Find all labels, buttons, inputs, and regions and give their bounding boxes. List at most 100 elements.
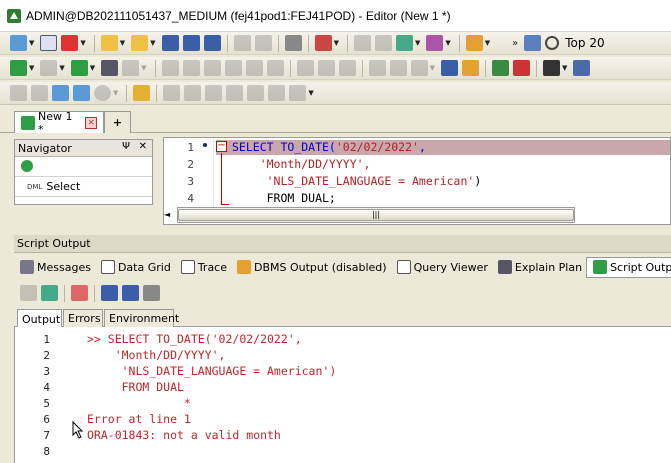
history-icon[interactable]	[524, 35, 542, 51]
resume-icon[interactable]	[296, 60, 314, 76]
close-tab-icon[interactable]: ✕	[85, 116, 97, 129]
reports-icon[interactable]	[395, 35, 413, 51]
dropdown-icon[interactable]: ▼	[308, 89, 313, 97]
save-all-icon[interactable]	[182, 35, 200, 51]
tab-trace[interactable]: Trace	[175, 257, 231, 277]
dropdown-icon[interactable]: ▼	[120, 39, 125, 47]
close-icon[interactable]: ✕	[139, 141, 147, 152]
step-over-icon[interactable]	[203, 60, 221, 76]
dropdown-icon[interactable]: ▼	[334, 39, 339, 47]
compare-icon[interactable]	[226, 85, 244, 101]
dropdown-icon[interactable]: ▼	[59, 64, 64, 72]
watch-icon[interactable]	[389, 60, 407, 76]
export-icon[interactable]	[184, 85, 202, 101]
find-icon[interactable]	[353, 35, 371, 51]
debug-icon[interactable]	[161, 60, 179, 76]
dropdown-icon[interactable]: ▼	[485, 39, 490, 47]
save-icon[interactable]	[161, 35, 179, 51]
dropdown-icon[interactable]: ▼	[150, 39, 155, 47]
dropdown-icon[interactable]: ▼	[562, 64, 567, 72]
diff-icon[interactable]	[289, 85, 307, 101]
tab-query-viewer[interactable]: Query Viewer	[391, 257, 492, 277]
open-folder-icon[interactable]	[100, 35, 118, 51]
snippets-icon[interactable]	[465, 35, 483, 51]
pin-icon[interactable]: Ψ	[122, 141, 130, 152]
autotrace-icon[interactable]	[122, 60, 140, 76]
refresh-icon[interactable]	[268, 85, 286, 101]
tab-environment[interactable]: Environment	[104, 309, 179, 327]
copy-icon[interactable]	[247, 85, 265, 101]
dropdown-icon[interactable]: ▼	[29, 64, 34, 72]
dropdown-icon[interactable]: ▼	[430, 64, 435, 72]
tab-script-output[interactable]: Script Output	[586, 256, 671, 278]
navigator-item-select[interactable]: DML Select	[15, 177, 152, 197]
play-icon[interactable]	[94, 85, 111, 101]
breakpoint-icon[interactable]	[368, 60, 386, 76]
data-icon[interactable]	[410, 60, 428, 76]
sql-tuning-icon[interactable]	[491, 60, 509, 76]
save-as-icon[interactable]	[203, 35, 221, 51]
sql-worksheet-icon[interactable]	[40, 35, 58, 51]
clear-icon[interactable]	[512, 60, 530, 76]
dropdown-icon[interactable]: ▼	[445, 39, 450, 47]
new-tab-button[interactable]: +	[104, 111, 131, 133]
step-down-icon[interactable]	[266, 60, 284, 76]
dropdown-icon[interactable]: ▼	[113, 89, 118, 97]
script-output-text[interactable]: 1 2 3 4 5 6 7 8 >> SELECT TO_DATE('02/02…	[14, 327, 671, 463]
tab-errors[interactable]: Errors	[63, 309, 103, 327]
run-script-active-icon[interactable]	[70, 60, 88, 76]
clear-output-icon[interactable]	[71, 285, 88, 301]
lock-icon[interactable]	[20, 285, 37, 301]
break-icon[interactable]	[163, 85, 181, 101]
print-icon[interactable]	[143, 285, 160, 301]
dropdown-icon[interactable]: ▼	[141, 64, 146, 72]
terminate-icon[interactable]	[338, 60, 356, 76]
top-sql-icon[interactable]	[545, 36, 560, 50]
pause-icon[interactable]	[317, 60, 335, 76]
import-icon[interactable]	[205, 85, 223, 101]
undo-icon[interactable]	[233, 35, 251, 51]
fold-collapse-icon[interactable]: −	[216, 141, 227, 152]
step-icon[interactable]	[10, 85, 27, 101]
top-20-label[interactable]: Top 20	[565, 36, 604, 50]
tab-dbms-output[interactable]: DBMS Output (disabled)	[231, 257, 391, 277]
dropdown-icon[interactable]: ▼	[415, 39, 420, 47]
step-back-icon[interactable]	[31, 85, 48, 101]
dropdown-icon[interactable]: ▼	[90, 64, 95, 72]
rollback-icon[interactable]	[461, 60, 479, 76]
monitor-icon[interactable]	[573, 60, 591, 76]
sql-history-icon[interactable]	[52, 85, 69, 101]
editor-horizontal-scrollbar[interactable]: ◄ |||	[164, 207, 575, 223]
step-into-icon[interactable]	[224, 60, 242, 76]
edit-icon[interactable]	[122, 285, 139, 301]
tab-data-grid[interactable]: Data Grid	[95, 257, 175, 277]
filter-icon[interactable]	[41, 285, 58, 301]
dropdown-icon[interactable]: ▼	[80, 39, 85, 47]
commit-icon[interactable]	[440, 60, 458, 76]
unshared-worksheet-icon[interactable]	[73, 85, 90, 101]
explain-plan-icon[interactable]	[101, 60, 119, 76]
variable-icon[interactable]	[182, 60, 200, 76]
tab-new-1[interactable]: New 1 * ✕	[14, 110, 104, 136]
dropdown-icon[interactable]: ▼	[29, 39, 34, 47]
binoculars-icon[interactable]	[542, 60, 560, 76]
cloud-gear-icon[interactable]	[133, 85, 151, 101]
disconnect-icon[interactable]	[61, 35, 79, 51]
schema-browser-icon[interactable]	[426, 35, 444, 51]
step-out-icon[interactable]	[245, 60, 263, 76]
tab-output[interactable]: Output	[17, 309, 62, 328]
tab-messages[interactable]: Messages	[14, 257, 95, 277]
redo-icon[interactable]	[254, 35, 272, 51]
print-icon[interactable]	[284, 35, 302, 51]
open-recent-icon[interactable]	[131, 35, 149, 51]
format-sql-icon[interactable]	[314, 35, 332, 51]
connect-icon[interactable]	[10, 35, 27, 51]
scrollbar-thumb[interactable]: |||	[178, 209, 574, 221]
scroll-left-icon[interactable]: ◄	[164, 210, 170, 219]
run-script-icon[interactable]	[40, 60, 58, 76]
refresh-icon[interactable]	[21, 160, 33, 172]
tab-explain-plan[interactable]: Explain Plan	[492, 257, 586, 277]
save-icon[interactable]	[101, 285, 118, 301]
overflow-chevron-icon[interactable]: »	[512, 38, 518, 49]
replace-icon[interactable]	[374, 35, 392, 51]
